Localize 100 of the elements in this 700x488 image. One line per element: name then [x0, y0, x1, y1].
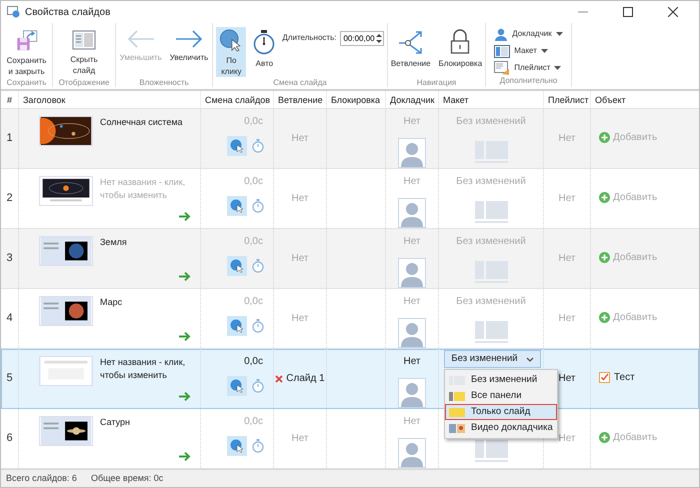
on-click-button[interactable]	[227, 436, 247, 456]
on-click-button[interactable]	[227, 376, 247, 396]
presenter-text: Нет	[403, 415, 421, 429]
on-click-button[interactable]	[227, 136, 247, 156]
table-row[interactable]: 4 Марс 0,0с Нет Нет Без изменений Нет Добавить	[1, 289, 699, 349]
status-text: Всего слайдов: 6	[6, 472, 77, 485]
ribbon-menu-button[interactable]: Плейлист	[494, 61, 562, 75]
playlist-text: Нет	[558, 132, 576, 146]
duration-label: Длительность:	[282, 32, 336, 44]
duration-text: 0,0с	[244, 115, 263, 129]
slide-panel-icon	[72, 29, 96, 51]
playlist-text: Нет	[558, 372, 576, 386]
on-click-button[interactable]	[227, 316, 247, 336]
presenter-text: Нет	[403, 175, 421, 189]
chevron-down-icon	[526, 356, 534, 362]
on-click-button[interactable]	[227, 196, 247, 216]
person-icon	[398, 318, 426, 348]
layout-text: Без изменений	[456, 175, 526, 189]
ribbon-button[interactable]: Скрыть слайд	[57, 27, 111, 77]
playlist-text: Нет	[558, 252, 576, 266]
row-number: 1	[6, 131, 13, 146]
layout-icon	[474, 321, 508, 343]
slide-title[interactable]: Нет названия - клик, чтобы изменить	[100, 356, 200, 408]
branch-text[interactable]: Слайд 1	[286, 371, 325, 386]
presenter-text: Нет	[403, 115, 421, 129]
playlist-icon	[494, 61, 510, 75]
close-icon	[668, 7, 678, 17]
presenter-text: Нет	[403, 295, 421, 309]
menu-item[interactable]: Только слайд	[445, 404, 557, 420]
maximize-icon	[623, 7, 633, 17]
presenter-text: Нет	[403, 235, 421, 249]
plus-icon	[599, 312, 610, 323]
ribbon-menu-button[interactable]: Макет	[494, 44, 548, 58]
slide-title[interactable]: Сатурн	[100, 416, 200, 468]
row-number: 6	[6, 431, 13, 446]
presenter-text: Нет	[403, 355, 421, 369]
duration-text: 0,0с	[244, 175, 263, 189]
left-arrow-icon	[126, 29, 156, 49]
person-icon	[398, 198, 426, 228]
stopwatch-icon	[252, 29, 276, 55]
layout-dropdown[interactable]: Без изменений	[444, 350, 541, 368]
ribbon-button[interactable]: Сохранить и закрыть	[4, 27, 48, 77]
layout-icon	[449, 408, 465, 416]
row-number: 4	[6, 311, 13, 326]
playlist-text: Нет	[558, 432, 576, 446]
table-row[interactable]: 3 Земля 0,0с Нет Нет Без изменений Нет Добавить	[1, 229, 699, 289]
person-icon	[398, 378, 426, 408]
close-icon	[275, 374, 284, 382]
duration-field[interactable]: 00:00,00	[340, 31, 384, 46]
ribbon-button[interactable]: Ветвление	[388, 27, 433, 77]
row-number: 3	[6, 251, 13, 266]
slide-title[interactable]: Земля	[100, 236, 200, 288]
branch-icon	[396, 29, 425, 55]
ribbon-button[interactable]: Авто	[250, 27, 278, 77]
object-text[interactable]: Тест	[614, 370, 635, 385]
on-click-button[interactable]	[227, 256, 247, 276]
checkbox-icon	[599, 372, 610, 383]
ribbon-button[interactable]: Увеличить	[168, 27, 210, 77]
layout-icon	[449, 424, 465, 432]
duration-text: 0,0с	[244, 415, 263, 429]
plus-icon	[599, 192, 610, 203]
ribbon-button[interactable]: По клику	[216, 27, 246, 77]
row-number: 2	[6, 191, 13, 206]
group-label: Навигация	[416, 77, 458, 89]
person-icon	[398, 258, 426, 288]
duration-text: 0,0с	[244, 235, 263, 249]
playlist-text: Нет	[558, 192, 576, 206]
layout-icon	[449, 392, 465, 400]
duration-text: 0,0с	[244, 355, 263, 369]
menu-item[interactable]: Видео докладчика	[445, 420, 557, 436]
table-row[interactable]: 2 Нет названия - клик, чтобы изменить 0,0с Нет Нет Без изменений Нет Добавить	[1, 169, 699, 229]
table-row[interactable]: 1 Солнечная система 0,0с Нет Нет Без изменений Нет Добавить	[1, 109, 699, 169]
layout-text: Без изменений	[456, 235, 526, 249]
group-label: Отображение	[58, 77, 110, 89]
slide-title[interactable]: Солнечная система	[100, 116, 200, 168]
plus-icon	[599, 432, 610, 443]
ribbon-menu-button[interactable]: Докладчик	[494, 27, 563, 41]
row-number: 5	[6, 371, 13, 386]
person-icon	[494, 28, 508, 40]
slide-title[interactable]: Марс	[100, 296, 200, 348]
plus-icon	[599, 252, 610, 263]
group-label: Сохранить	[6, 77, 48, 89]
group-label: Смена слайда	[272, 77, 328, 89]
layout-text: Без изменений	[456, 115, 526, 129]
caret-icon	[556, 32, 563, 36]
layout-icon	[494, 44, 510, 58]
duration-text: 0,0с	[244, 295, 263, 309]
menu-item[interactable]: Без изменений	[445, 372, 557, 388]
layout-icon	[474, 440, 508, 462]
group-label: Дополнительно	[498, 75, 558, 87]
app-icon	[7, 6, 20, 18]
menu-item[interactable]: Все панели	[445, 388, 557, 404]
plus-icon	[599, 132, 610, 143]
window-title: Свойства слайдов	[25, 6, 110, 20]
person-icon	[398, 138, 426, 168]
status-text: Общее время: 0с	[90, 472, 164, 485]
playlist-text: Нет	[558, 312, 576, 326]
caret-icon	[540, 49, 548, 53]
person-icon	[398, 438, 426, 468]
ribbon-button[interactable]: Блокировка	[436, 27, 484, 77]
